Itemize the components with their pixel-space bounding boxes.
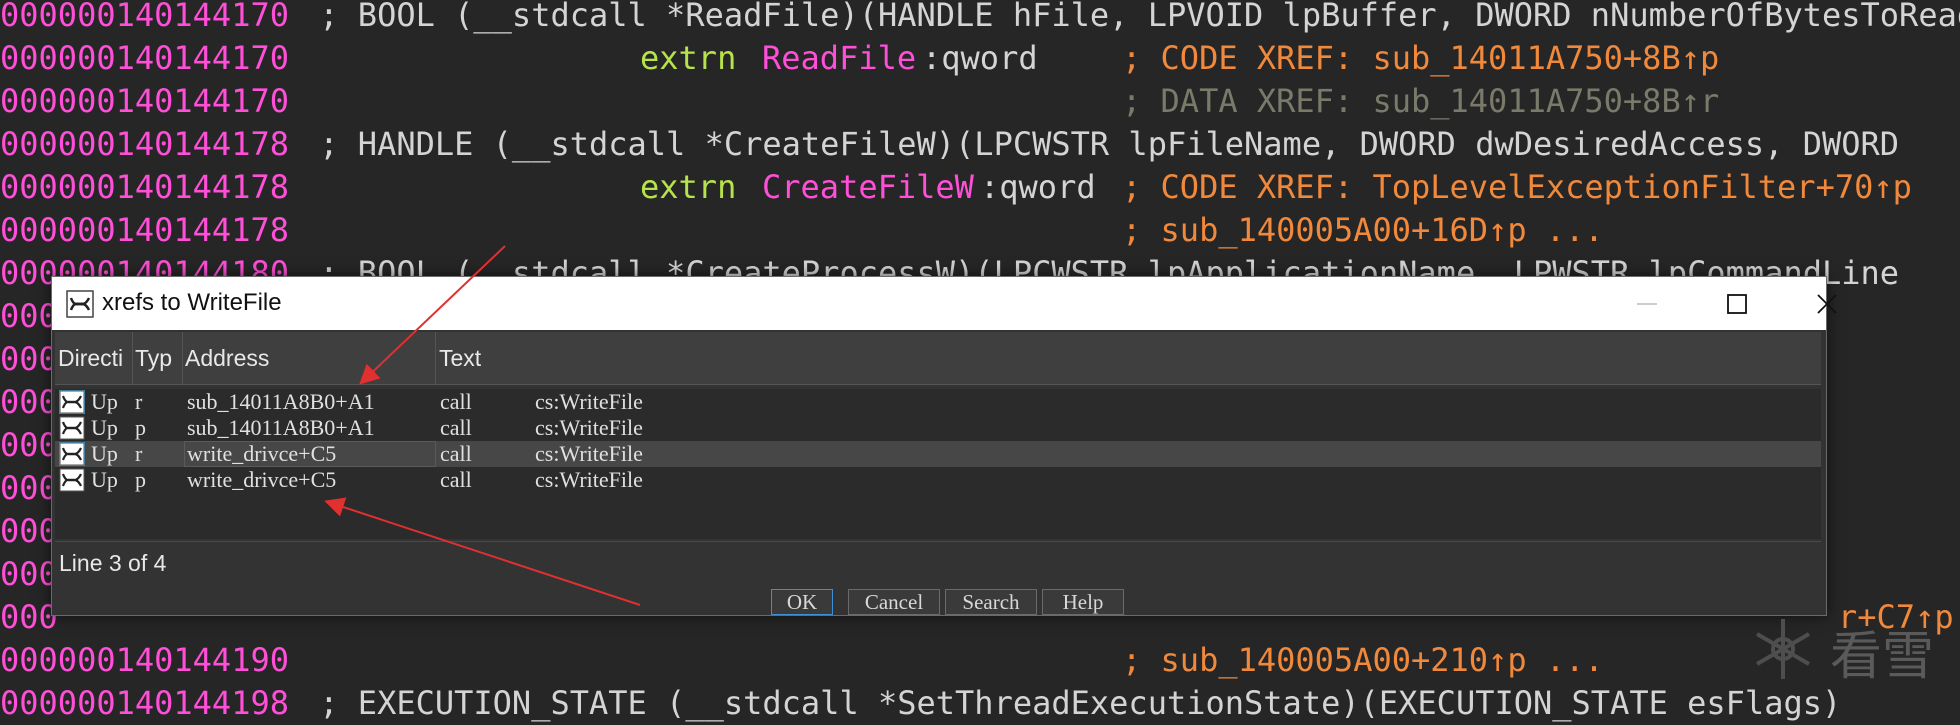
- line-address: 000000140144190: [0, 641, 289, 679]
- minimize-icon: [1637, 303, 1657, 305]
- search-button[interactable]: Search: [945, 589, 1037, 615]
- line-address: 000000140144170: [0, 82, 289, 120]
- symbol-type: :qword: [922, 39, 1038, 77]
- xref-comment: ; CODE XREF: TopLevelExceptionFilter+70↑…: [1122, 168, 1912, 206]
- cancel-button[interactable]: Cancel: [848, 589, 940, 615]
- line-address: 000: [0, 297, 58, 335]
- maximize-icon: [1727, 294, 1747, 314]
- symbol-type: :qword: [980, 168, 1096, 206]
- row-operand: cs:WriteFile: [535, 415, 643, 440]
- code-line[interactable]: 000000140144198 ; EXECUTION_STATE (__std…: [0, 682, 1960, 725]
- line-address: 000000140144178: [0, 125, 289, 163]
- xref-comment: ; sub_140005A00+210↑p ...: [1122, 641, 1604, 679]
- row-type: r: [135, 389, 143, 414]
- row-address: sub_14011A8B0+A1: [187, 415, 375, 440]
- snowflake-icon: [1756, 619, 1810, 679]
- xref-row[interactable]: Up p sub_14011A8B0+A1 call cs:WriteFile: [55, 415, 1821, 441]
- maximize-button[interactable]: [1692, 277, 1782, 330]
- row-mnemonic: call: [440, 467, 472, 492]
- extrn-keyword: extrn: [640, 168, 737, 206]
- line-address: 000000140144178: [0, 211, 289, 249]
- row-operand: cs:WriteFile: [535, 441, 643, 466]
- status-text: Line 3 of 4: [59, 550, 167, 576]
- row-address: write_drivce+C5: [187, 441, 337, 466]
- xref-icon: [66, 290, 94, 318]
- line-address: 000000140144170: [0, 39, 289, 77]
- row-mnemonic: call: [440, 441, 472, 466]
- symbol-name: ReadFile: [762, 39, 917, 77]
- row-direction: Up: [91, 415, 118, 440]
- line-address: 000000140144170: [0, 0, 289, 34]
- code-line[interactable]: 000000140144178 ; HANDLE (__stdcall *Cre…: [0, 123, 1960, 166]
- xref-row[interactable]: Up p write_drivce+C5 call cs:WriteFile: [55, 467, 1821, 493]
- extrn-keyword: extrn: [640, 39, 737, 77]
- code-line[interactable]: 000000140144170 ; BOOL (__stdcall *ReadF…: [0, 0, 1960, 37]
- row-mnemonic: call: [440, 389, 472, 414]
- row-operand: cs:WriteFile: [535, 389, 643, 414]
- code-line[interactable]: 000000140144170 extrn ReadFile:qword ; CODE…: [0, 37, 1960, 80]
- row-type: p: [135, 467, 146, 492]
- watermark-text: 看雪: [1830, 627, 1935, 687]
- row-direction: Up: [91, 389, 118, 414]
- dialog-title: xrefs to WriteFile: [102, 289, 282, 316]
- xref-icon: [59, 416, 85, 440]
- line-address: 000: [0, 555, 58, 593]
- row-type: r: [135, 441, 143, 466]
- row-direction: Up: [91, 441, 118, 466]
- xref-comment: ; DATA XREF: sub_14011A750+8B↑r: [1122, 82, 1720, 120]
- line-address: 000: [0, 512, 58, 550]
- status-bar: Line 3 of 4: [55, 541, 1821, 586]
- line-address: 000: [0, 469, 58, 507]
- xrefs-dialog: xrefs to WriteFile Directi Typ Address T…: [51, 276, 1837, 616]
- line-address: 000000140144198: [0, 684, 289, 722]
- line-address: 000: [0, 340, 58, 378]
- ok-button[interactable]: OK: [771, 589, 833, 615]
- line-text: ; EXECUTION_STATE (__stdcall *SetThreadE…: [300, 684, 1842, 722]
- row-operand: cs:WriteFile: [535, 467, 643, 492]
- row-address: sub_14011A8B0+A1: [187, 389, 375, 414]
- minimize-button[interactable]: [1602, 277, 1692, 330]
- column-address[interactable]: Address: [183, 332, 436, 384]
- xref-list: Up r sub_14011A8B0+A1 call cs:WriteFile Up p su…: [55, 389, 1821, 539]
- line-address: 000: [0, 383, 58, 421]
- help-button[interactable]: Help: [1042, 589, 1124, 615]
- code-line[interactable]: 000000140144170 ; DATA XREF: sub_14011A75…: [0, 80, 1960, 123]
- code-line[interactable]: 000000140144178 extrn CreateFileW:qword ; C…: [0, 166, 1960, 209]
- row-address: write_drivce+C5: [187, 467, 337, 492]
- xref-comment: ; sub_140005A00+16D↑p ...: [1122, 211, 1604, 249]
- row-type: p: [135, 415, 146, 440]
- xref-row[interactable]: Up r sub_14011A8B0+A1 call cs:WriteFile: [55, 389, 1821, 415]
- xref-row[interactable]: Up r write_drivce+C5 call cs:WriteFile: [55, 441, 1821, 467]
- close-button[interactable]: [1782, 277, 1872, 330]
- line-address: 000000140144178: [0, 168, 289, 206]
- kanxue-watermark: 看雪: [1748, 614, 1948, 687]
- line-address: 000: [0, 426, 58, 464]
- xref-icon: [59, 442, 85, 466]
- dialog-titlebar[interactable]: xrefs to WriteFile: [52, 277, 1837, 330]
- close-icon: [1817, 294, 1837, 314]
- column-type[interactable]: Typ: [133, 332, 183, 384]
- line-address: 000: [0, 598, 58, 636]
- xref-icon: [59, 468, 85, 492]
- column-text[interactable]: Text: [437, 332, 1823, 384]
- symbol-name: CreateFileW: [762, 168, 974, 206]
- line-text: ; HANDLE (__stdcall *CreateFileW)(LPCWST…: [300, 125, 1900, 163]
- row-direction: Up: [91, 467, 118, 492]
- column-header: Directi Typ Address Text: [55, 332, 1821, 385]
- code-line[interactable]: 000000140144190 ; sub_140005A00+210↑p ...: [0, 639, 1960, 682]
- row-mnemonic: call: [440, 415, 472, 440]
- xref-comment: ; CODE XREF: sub_14011A750+8B↑p: [1122, 39, 1720, 77]
- code-line[interactable]: 000000140144178 ; sub_140005A00+16D↑p ...: [0, 209, 1960, 252]
- xref-icon: [59, 390, 85, 414]
- column-direction[interactable]: Directi: [55, 332, 133, 384]
- line-text: ; BOOL (__stdcall *ReadFile)(HANDLE hFil…: [300, 0, 1960, 34]
